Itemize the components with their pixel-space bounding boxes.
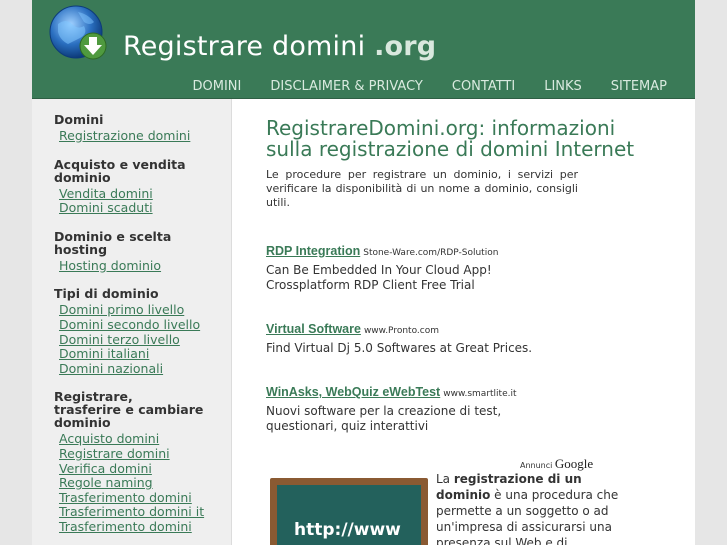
ads-by-label: Annunci xyxy=(520,461,553,470)
sidebar-link-trasferimento-domini-it[interactable]: Trasferimento domini it xyxy=(59,505,231,520)
sidebar-link-regole-naming[interactable]: Regole naming xyxy=(59,476,231,491)
sidebar-link-registrare-domini[interactable]: Registrare domini xyxy=(59,446,231,462)
sidebar-section-hosting: Dominio e scelta hosting Hosting dominio xyxy=(54,230,231,274)
ad-url[interactable]: www.smartlite.it xyxy=(443,389,516,399)
site-title-extension: .org xyxy=(374,31,437,62)
ad-title-line: WinAsks, WebQuiz eWebTest www.smartlite.i… xyxy=(266,381,686,400)
ad-line: Crossplatform RDP Client Free Trial xyxy=(266,278,475,292)
ad-title-line: RDP Integration Stone-Ware.com/RDP-Soluti… xyxy=(266,240,686,259)
google-logo: Google xyxy=(554,456,594,471)
ad-description: Can Be Embedded In Your Cloud App! Cross… xyxy=(266,263,686,293)
main-content: RegistrareDomini.org: informazioni sulla… xyxy=(266,118,686,459)
site-title-text: Registrare domini xyxy=(123,31,366,62)
ad-line: questionari, quiz interattivi xyxy=(266,419,429,433)
sidebar-section-title: Domini xyxy=(54,112,104,127)
ad-line: Can Be Embedded In Your Cloud App! xyxy=(266,263,492,277)
sidebar-section-title: Dominio e scelta hosting xyxy=(54,228,172,257)
nav-disclaimer-privacy[interactable]: DISCLAIMER & PRIVACY xyxy=(270,79,423,94)
sidebar-link-vendita-domini[interactable]: Vendita domini xyxy=(59,186,231,202)
sidebar-section-title: Tipi di dominio xyxy=(54,286,159,302)
sidebar-section-title: Acquisto e vendita dominio xyxy=(54,156,186,185)
page-title: RegistrareDomini.org: informazioni sulla… xyxy=(266,116,635,161)
sidebar-section-registrare-trasferire: Registrare, trasferire e cambiare domini… xyxy=(54,390,231,534)
sidebar-link-domini-nazionali[interactable]: Domini nazionali xyxy=(59,361,231,377)
nav-contatti[interactable]: CONTATTI xyxy=(452,79,515,94)
ad-item: WinAsks, WebQuiz eWebTest www.smartlite.i… xyxy=(266,381,686,434)
ad-item: Virtual Software www.Pronto.com Find Virt… xyxy=(266,318,686,356)
ad-description: Find Virtual Dj 5.0 Softwares at Great P… xyxy=(266,341,686,356)
chalkboard-image: http://www xyxy=(270,478,428,545)
nav-sitemap[interactable]: SITEMAP xyxy=(611,79,667,94)
sidebar-link-trasferimento-domini-2[interactable]: Trasferimento domini xyxy=(59,519,231,535)
sidebar-link-registrazione-domini[interactable]: Registrazione domini xyxy=(59,128,231,144)
site-title[interactable]: Registrare domini .org xyxy=(123,30,436,64)
sidebar-link-hosting-dominio[interactable]: Hosting dominio xyxy=(59,258,231,274)
ad-title-link[interactable]: Virtual Software xyxy=(266,322,361,336)
ad-title-line: Virtual Software www.Pronto.com xyxy=(266,318,686,337)
site-header: Registrare domini .org DOMINI DISCLAIMER … xyxy=(32,0,695,99)
chalkboard: http://www xyxy=(277,485,421,545)
ad-title-link[interactable]: RDP Integration xyxy=(266,244,360,258)
sidebar-section-title: Registrare, trasferire e cambiare domini… xyxy=(54,389,204,431)
sidebar-link-verifica-domini[interactable]: Verifica domini xyxy=(59,461,231,477)
sidebar: Domini Registrazione domini Acquisto e v… xyxy=(32,99,232,545)
sidebar-link-acquisto-domini[interactable]: Acquisto domini xyxy=(59,432,231,447)
sidebar-link-domini-terzo-livello[interactable]: Domini terzo livello xyxy=(59,332,231,348)
ads-by-google[interactable]: Annunci Google xyxy=(520,456,593,472)
page-container: Registrare domini .org DOMINI DISCLAIMER … xyxy=(32,0,695,545)
sidebar-link-domini-primo-livello[interactable]: Domini primo livello xyxy=(59,303,231,318)
chalkboard-text: http://www xyxy=(294,520,401,540)
sidebar-link-trasferimento-domini[interactable]: Trasferimento domini xyxy=(59,490,231,506)
ad-title-link[interactable]: WinAsks, WebQuiz eWebTest xyxy=(266,385,440,399)
ad-line: Find Virtual Dj 5.0 Softwares at Great P… xyxy=(266,341,533,355)
nav-links[interactable]: LINKS xyxy=(544,79,582,94)
ad-url[interactable]: Stone-Ware.com/RDP-Solution xyxy=(363,248,498,258)
sidebar-section-acquisto-vendita: Acquisto e vendita dominio Vendita domin… xyxy=(54,158,231,216)
sidebar-link-domini-scaduti[interactable]: Domini scaduti xyxy=(59,201,231,216)
globe-download-icon[interactable] xyxy=(48,4,108,64)
sidebar-section-tipi-dominio: Tipi di dominio Domini primo livello Dom… xyxy=(54,287,231,376)
ad-description: Nuovi software per la creazione di test,… xyxy=(266,404,686,434)
main-nav: DOMINI DISCLAIMER & PRIVACY CONTATTI LINKS S… xyxy=(163,75,667,94)
ad-line: Nuovi software per la creazione di test, xyxy=(266,404,502,418)
ad-url[interactable]: www.Pronto.com xyxy=(364,326,439,336)
body-paragraph: La registrazione di un dominio è una pro… xyxy=(436,471,621,545)
ad-item: RDP Integration Stone-Ware.com/RDP-Soluti… xyxy=(266,240,686,293)
sidebar-section-domini: Domini Registrazione domini xyxy=(54,113,231,144)
nav-domini[interactable]: DOMINI xyxy=(192,79,241,94)
sidebar-link-domini-italiani[interactable]: Domini italiani xyxy=(59,347,231,362)
intro-text: Le procedure per registrare un dominio, … xyxy=(266,168,578,209)
sidebar-link-domini-secondo-livello[interactable]: Domini secondo livello xyxy=(59,317,231,333)
body-text-start: La xyxy=(436,472,454,486)
